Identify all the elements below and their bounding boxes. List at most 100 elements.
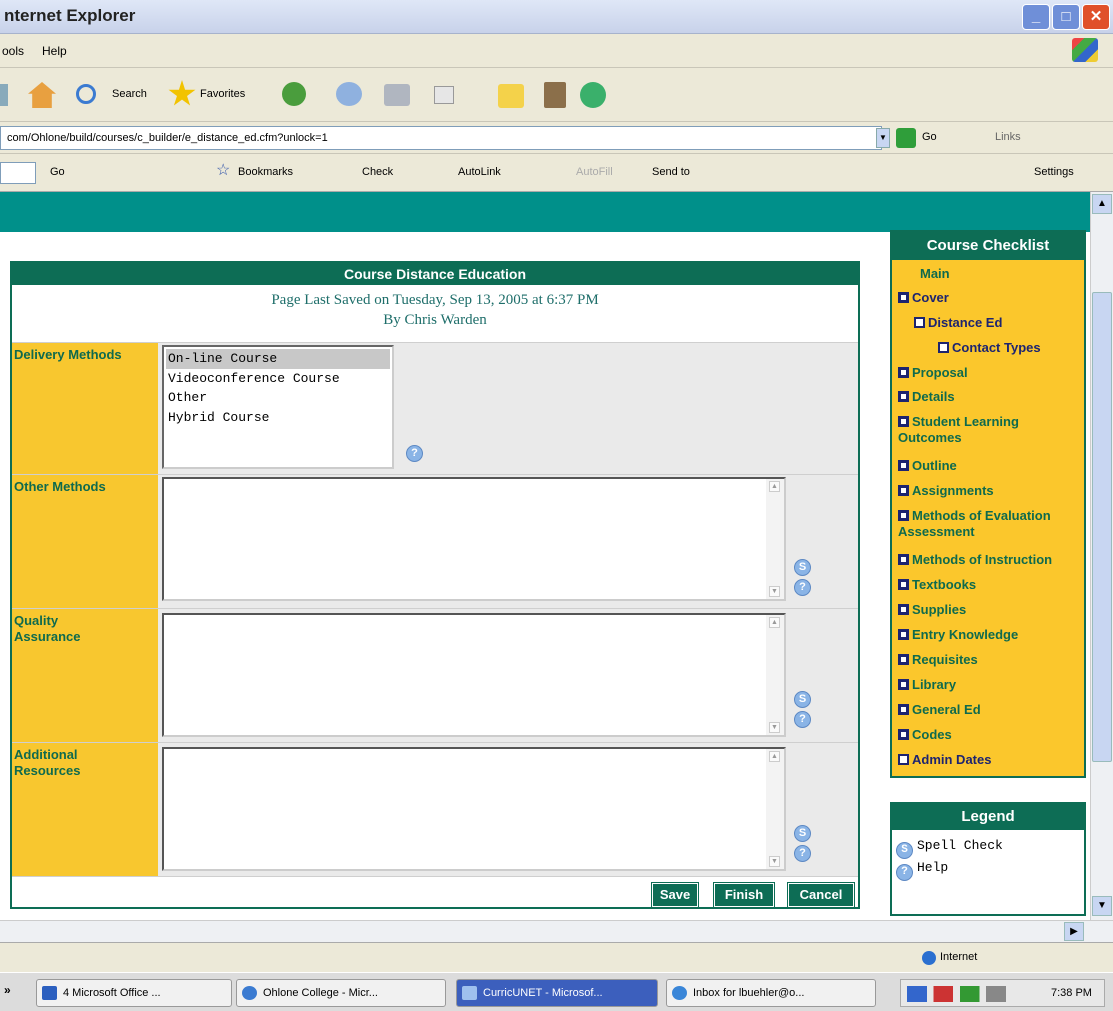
textarea-scrollbar[interactable]: ▲ ▼ [766, 749, 784, 869]
menu-tools[interactable]: ools [2, 44, 24, 58]
toolbar-search-input[interactable] [0, 162, 36, 184]
mail-icon[interactable] [336, 82, 362, 106]
spell-check-button[interactable]: Check [362, 166, 393, 178]
checklist-item-library[interactable]: Library [898, 677, 956, 693]
quality-assurance-cell: ▲ ▼ S ? [158, 609, 858, 742]
favorites-star-icon[interactable] [168, 80, 196, 106]
taskbar-button-curricunet[interactable]: CurricUNET - Microsof... [456, 979, 658, 1007]
print-icon[interactable] [384, 84, 410, 106]
checklist-item-methods-of-evaluation[interactable]: Methods of Evaluation Assessment [898, 508, 1086, 540]
delivery-option-hybrid[interactable]: Hybrid Course [166, 408, 390, 428]
tray-icons[interactable] [907, 986, 1017, 1002]
spell-check-icon[interactable]: S [794, 559, 811, 576]
completed-checkbox-icon [898, 367, 909, 378]
other-methods-textarea[interactable]: ▲ ▼ [162, 477, 786, 601]
scroll-down-icon[interactable]: ▼ [1092, 896, 1112, 916]
minimize-button[interactable]: _ [1022, 4, 1050, 30]
taskbar-button-ohlone[interactable]: Ohlone College - Micr... [236, 979, 446, 1007]
taskbar-button-inbox[interactable]: Inbox for lbuehler@o... [666, 979, 876, 1007]
stop-icon[interactable] [0, 84, 8, 106]
search-icon[interactable] [76, 84, 96, 104]
menu-bar: ools Help [0, 34, 1113, 68]
go-arrow-icon[interactable] [896, 128, 916, 148]
page-header-band [0, 192, 1090, 232]
checklist-item-details[interactable]: Details [898, 389, 955, 405]
help-icon[interactable]: ? [794, 579, 811, 596]
page-horizontal-scrollbar[interactable]: ▶ [0, 920, 1113, 942]
save-button[interactable]: Save [651, 882, 699, 908]
search-button-label[interactable]: Search [112, 88, 147, 100]
completed-checkbox-icon [898, 729, 909, 740]
checklist-title: Course Checklist [892, 232, 1084, 260]
checklist-item-outline[interactable]: Outline [898, 458, 957, 474]
messenger-icon[interactable] [580, 82, 606, 108]
checklist-item-general-ed[interactable]: General Ed [898, 702, 981, 718]
textarea-scrollbar[interactable]: ▲ ▼ [766, 615, 784, 735]
windows-taskbar: » 4 Microsoft Office ... Ohlone College … [0, 972, 1113, 1011]
saved-by-line: By Chris Warden [383, 312, 487, 328]
spell-check-icon[interactable]: S [794, 825, 811, 842]
go-button-label[interactable]: Go [922, 131, 937, 143]
settings-button[interactable]: Settings [1034, 166, 1074, 178]
delivery-option-online[interactable]: On-line Course [166, 349, 390, 369]
checklist-item-cover[interactable]: Cover [898, 290, 949, 306]
checklist-item-entry-knowledge[interactable]: Entry Knowledge [898, 627, 1018, 643]
edit-icon[interactable] [434, 86, 454, 104]
checklist-item-main[interactable]: Main [920, 266, 950, 282]
page-vertical-scrollbar[interactable]: ▲ ▼ [1090, 192, 1113, 920]
taskbar-overflow-icon[interactable]: » [4, 983, 11, 997]
research-icon[interactable] [544, 82, 566, 108]
checklist-item-codes[interactable]: Codes [898, 727, 952, 743]
clock[interactable]: 7:38 PM [1051, 980, 1092, 1006]
help-icon[interactable]: ? [794, 845, 811, 862]
help-icon[interactable]: ? [794, 711, 811, 728]
toolbar-go-button[interactable]: Go [50, 166, 65, 178]
scroll-right-icon[interactable]: ▶ [1064, 922, 1084, 941]
spell-check-icon[interactable]: S [794, 691, 811, 708]
legend-title: Legend [892, 804, 1084, 830]
cancel-button[interactable]: Cancel [787, 882, 855, 908]
autofill-button[interactable]: AutoFill [576, 166, 613, 178]
address-input[interactable]: com/Ohlone/build/courses/c_builder/e_dis… [0, 126, 882, 150]
scroll-up-icon[interactable]: ▲ [1092, 194, 1112, 214]
checklist-item-student-learning-outcomes[interactable]: Student Learning Outcomes [898, 414, 1078, 446]
window-titlebar: nternet Explorer _ □ ✕ [0, 0, 1113, 34]
checklist-item-admin-dates[interactable]: Admin Dates [898, 752, 991, 768]
discuss-icon[interactable] [498, 84, 524, 108]
delivery-option-videoconference[interactable]: Videoconference Course [166, 369, 390, 389]
help-icon[interactable]: ? [406, 445, 423, 462]
scroll-thumb[interactable] [1092, 292, 1112, 762]
menu-help[interactable]: Help [42, 44, 67, 58]
maximize-button[interactable]: □ [1052, 4, 1080, 30]
address-bar: com/Ohlone/build/courses/c_builder/e_dis… [0, 122, 1113, 154]
checklist-item-assignments[interactable]: Assignments [898, 483, 994, 499]
quality-assurance-row: Quality Assurance ▲ ▼ S ? [12, 609, 858, 743]
additional-resources-label-fill [102, 743, 158, 876]
taskbar-button-office[interactable]: 4 Microsoft Office ... [36, 979, 232, 1007]
home-icon[interactable] [28, 82, 56, 108]
delivery-option-other[interactable]: Other [166, 388, 390, 408]
delivery-methods-listbox[interactable]: On-line Course Videoconference Course Ot… [162, 345, 394, 469]
finish-button[interactable]: Finish [713, 882, 775, 908]
checklist-item-methods-of-instruction[interactable]: Methods of Instruction [898, 552, 1052, 568]
favorites-button-label[interactable]: Favorites [200, 88, 245, 100]
address-dropdown-icon[interactable]: ▼ [876, 128, 890, 148]
additional-resources-textarea[interactable]: ▲ ▼ [162, 747, 786, 871]
history-icon[interactable] [282, 82, 306, 106]
quality-assurance-textarea[interactable]: ▲ ▼ [162, 613, 786, 737]
autolink-button[interactable]: AutoLink [458, 166, 501, 178]
close-button[interactable]: ✕ [1082, 4, 1110, 30]
textarea-scrollbar[interactable]: ▲ ▼ [766, 479, 784, 599]
checklist-item-distance-ed[interactable]: Distance Ed [914, 315, 1002, 331]
bookmarks-star-icon[interactable]: ☆ [216, 163, 232, 180]
form-title: Course Distance Education [12, 263, 858, 285]
other-methods-cell: ▲ ▼ S ? [158, 475, 858, 608]
send-to-button[interactable]: Send to [652, 166, 690, 178]
checklist-item-requisites[interactable]: Requisites [898, 652, 978, 668]
checklist-item-supplies[interactable]: Supplies [898, 602, 966, 618]
checklist-item-contact-types[interactable]: Contact Types [938, 340, 1041, 356]
bookmarks-button[interactable]: Bookmarks [238, 166, 293, 178]
links-label[interactable]: Links [995, 131, 1021, 143]
checklist-item-textbooks[interactable]: Textbooks [898, 577, 976, 593]
checklist-item-proposal[interactable]: Proposal [898, 365, 968, 381]
